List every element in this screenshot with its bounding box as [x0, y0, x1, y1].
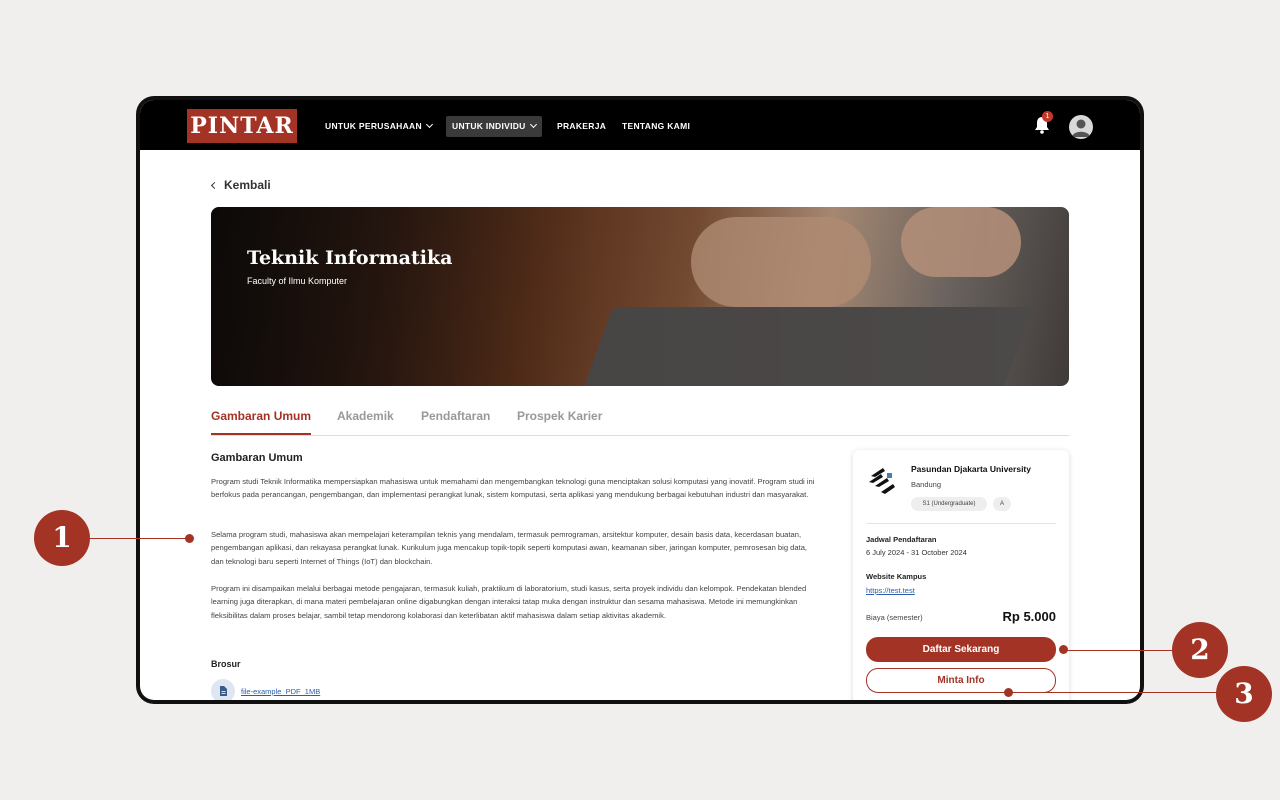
schedule-label: Jadwal Pendaftaran — [866, 535, 937, 544]
overview-paragraph: Selama program studi, mahasiswa akan mem… — [211, 530, 808, 566]
university-logo-icon — [869, 468, 895, 494]
nav-tentang-kami[interactable]: TENTANG KAMI — [622, 116, 690, 137]
university-name: Pasundan Djakarta University — [911, 464, 1031, 474]
callout-line — [1010, 692, 1218, 693]
program-tabs: Gambaran Umum Akademik Pendaftaran Prosp… — [211, 406, 1069, 436]
accreditation-badge: A — [993, 497, 1011, 511]
overview-paragraph: Program ini disampaikan melalui berbagai… — [211, 584, 807, 620]
chevron-left-icon — [210, 181, 219, 190]
faculty-subtitle: Faculty of Ilmu Komputer — [247, 276, 348, 286]
tab-akademik[interactable]: Akademik — [337, 409, 394, 423]
nav-label: TENTANG KAMI — [622, 121, 691, 131]
notification-badge: 1 — [1042, 111, 1053, 122]
nav-label: UNTUK PERUSAHAAN — [325, 121, 422, 131]
hero-overlay — [211, 207, 1069, 386]
fee-value: Rp 5.000 — [1002, 609, 1056, 624]
tab-gambaran-umum[interactable]: Gambaran Umum — [211, 409, 312, 435]
user-icon — [1072, 119, 1090, 137]
nav-prakerja[interactable]: PRAKERJA — [557, 116, 606, 137]
program-title: Teknik Informatika — [247, 247, 453, 269]
screen: PINTAR UNTUK PERUSAHAAN UNTUK INDIVIDU P… — [140, 100, 1140, 700]
fee-label: Biaya (semester) — [866, 613, 923, 622]
chevron-down-icon — [425, 120, 433, 129]
university-info-card: Pasundan Djakarta University Bandung S1 … — [853, 450, 1069, 700]
nav-untuk-perusahaan[interactable]: UNTUK PERUSAHAAN — [325, 116, 433, 137]
brochure-heading: Brosur — [211, 659, 241, 669]
nav-untuk-individu[interactable]: UNTUK INDIVIDU — [446, 116, 542, 137]
request-info-button[interactable]: Minta Info — [866, 668, 1056, 693]
callout-marker-1: 1 — [34, 510, 90, 566]
divider — [866, 523, 1056, 524]
brand-logo[interactable]: PINTAR — [187, 109, 297, 143]
brochure-file-link[interactable]: file-example_PDF_1MB — [241, 687, 320, 696]
tab-prospek-karier[interactable]: Prospek Karier — [517, 409, 602, 423]
callout-dot — [185, 534, 194, 543]
device-frame: PINTAR UNTUK PERUSAHAAN UNTUK INDIVIDU P… — [136, 96, 1144, 704]
register-now-button[interactable]: Daftar Sekarang — [866, 637, 1056, 662]
overview-paragraph: Program studi Teknik Informatika mempers… — [211, 477, 815, 500]
back-label: Kembali — [224, 178, 271, 192]
back-link[interactable]: Kembali — [210, 178, 271, 192]
document-icon — [211, 679, 235, 700]
file-glyph — [220, 686, 227, 696]
overview-heading: Gambaran Umum — [211, 452, 303, 464]
callout-dot — [1059, 645, 1068, 654]
degree-level-badge: S1 (Undergraduate) — [911, 497, 987, 511]
schedule-value: 6 July 2024 - 31 October 2024 — [866, 548, 967, 557]
callout-marker-3: 3 — [1216, 666, 1272, 722]
callout-dot — [1004, 688, 1013, 697]
callout-line — [90, 538, 190, 539]
university-city: Bandung — [911, 480, 942, 489]
website-link[interactable]: https://test.test — [866, 586, 915, 595]
nav-label: PRAKERJA — [557, 121, 607, 131]
chevron-down-icon — [529, 120, 537, 129]
callout-marker-2: 2 — [1172, 622, 1228, 678]
website-label: Website Kampus — [866, 572, 927, 581]
tab-pendaftaran[interactable]: Pendaftaran — [421, 409, 490, 423]
program-hero-banner: Teknik Informatika Faculty of Ilmu Kompu… — [211, 207, 1069, 386]
callout-line — [1064, 650, 1174, 651]
nav-label: UNTUK INDIVIDU — [452, 121, 526, 131]
avatar[interactable] — [1069, 115, 1093, 139]
top-navbar: PINTAR UNTUK PERUSAHAAN UNTUK INDIVIDU P… — [140, 100, 1140, 150]
